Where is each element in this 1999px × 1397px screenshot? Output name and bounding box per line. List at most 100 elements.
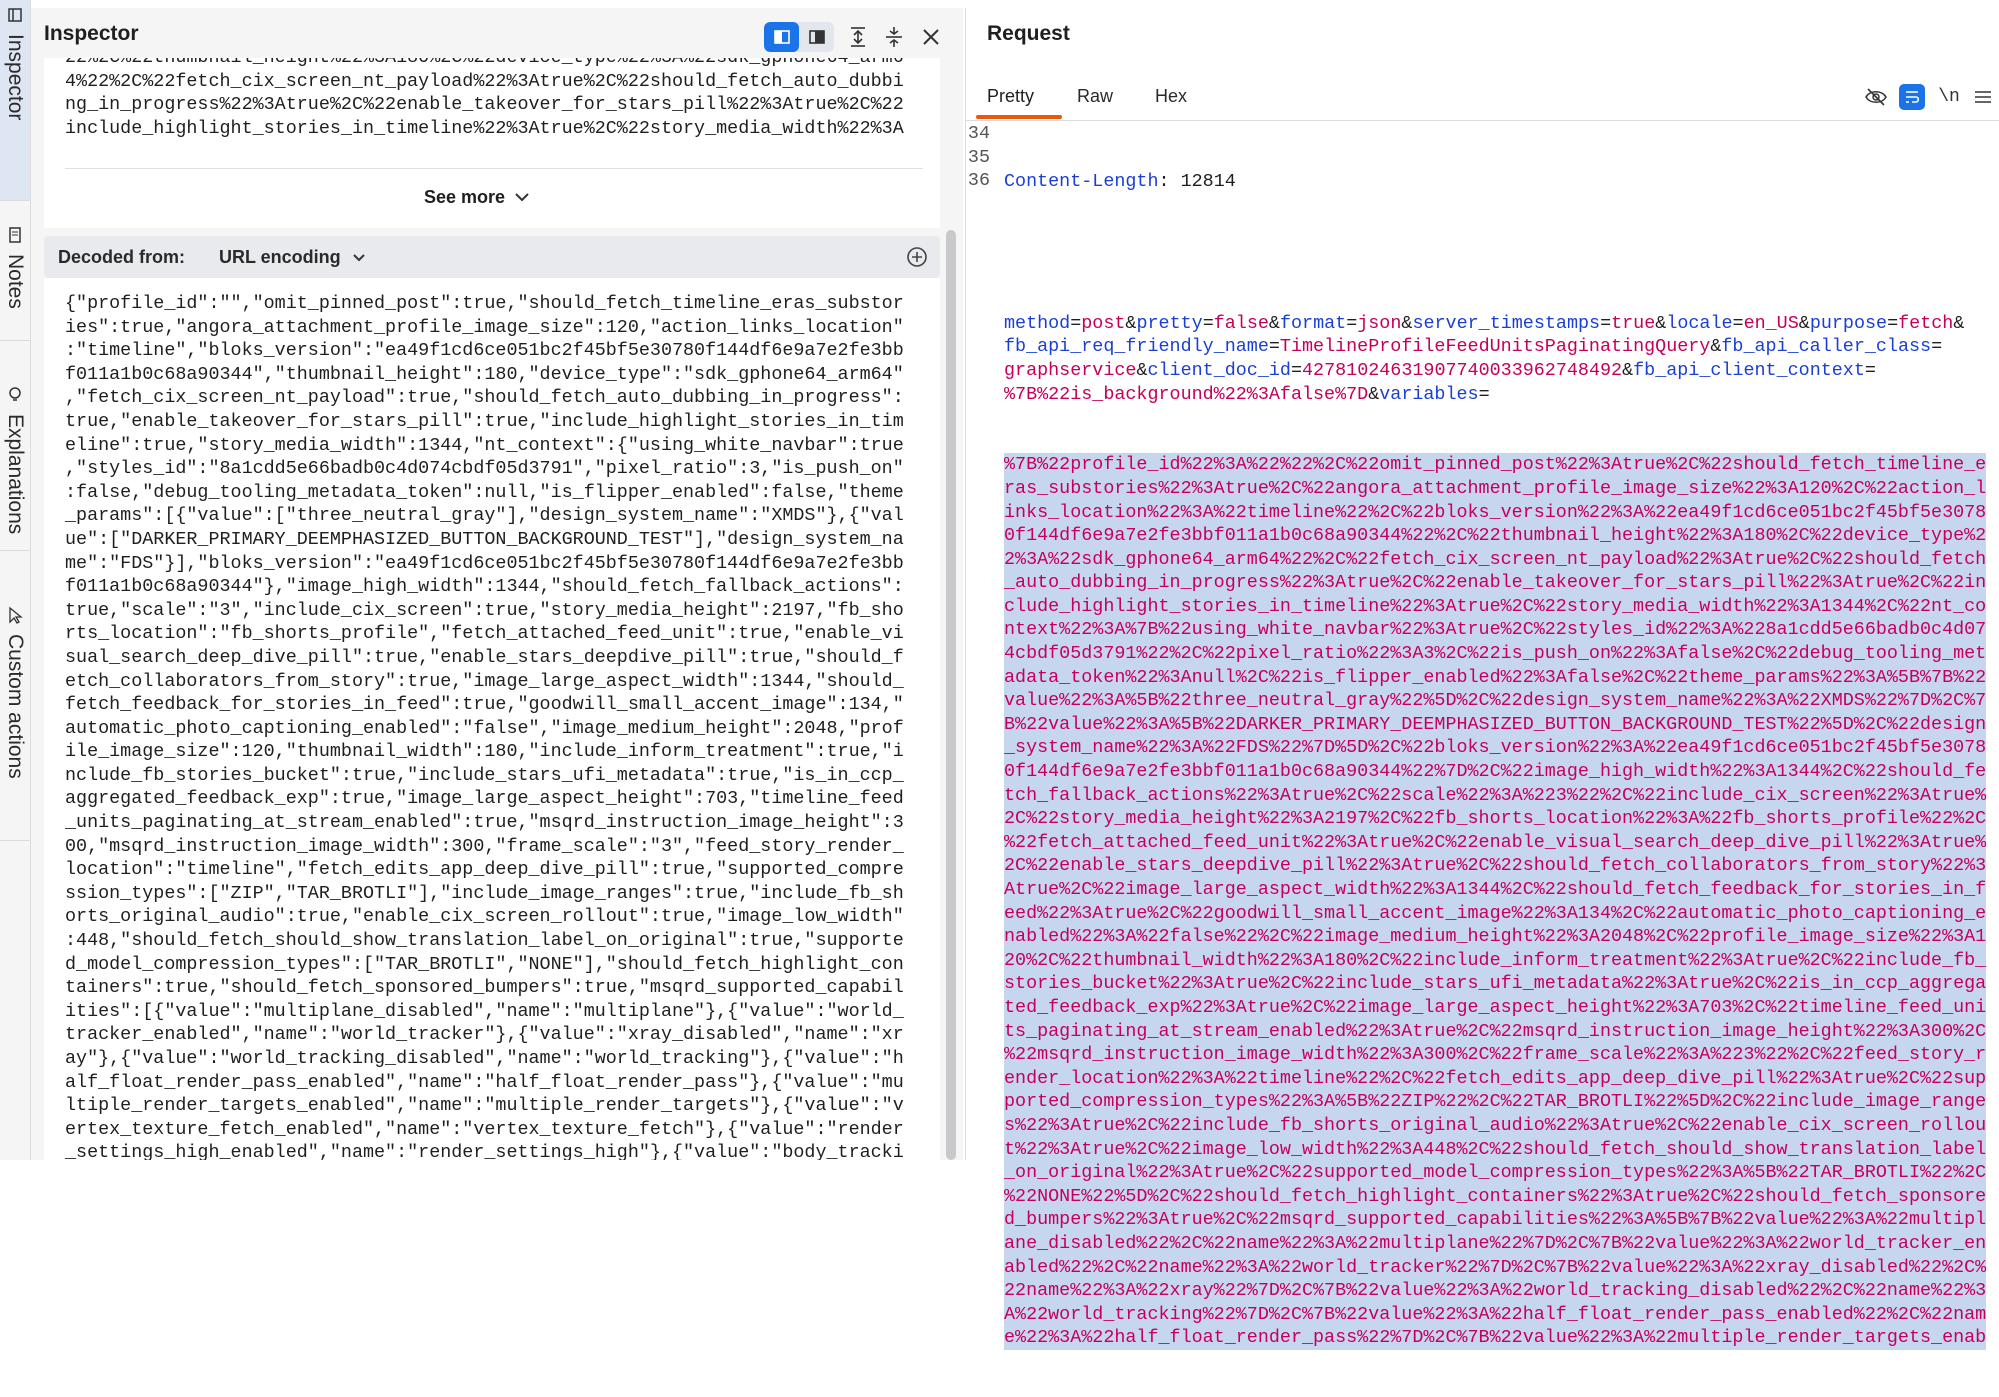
param-key: fb_api_req_friendly_name — [1004, 336, 1269, 358]
header-line: Content-Length: 12814 — [1004, 170, 1999, 194]
side-tab-label: Explanations — [4, 414, 27, 535]
selected-line: 20%2C%22thumbnail_width%22%3A180%2C%22in… — [1004, 948, 1999, 973]
expand-icon — [851, 27, 865, 47]
decoded-line: true,"scale":"3","include_cix_screen":tr… — [65, 599, 904, 621]
divider — [65, 168, 923, 169]
selected-text: %22fetch_attached_feed_unit%22%3Atrue%2C… — [1004, 830, 1987, 855]
hide-nonprintable-button[interactable] — [1863, 84, 1889, 110]
param-separator: = — [1864, 359, 1876, 381]
decoded-line: rts_location":"fb_shorts_profile","fetch… — [65, 623, 904, 645]
expand-all-button[interactable] — [843, 22, 873, 52]
layout-split-icon — [773, 30, 790, 44]
selected-line: A%22world_tracking%22%7D%2C%7B%22value%2… — [1004, 1302, 1999, 1327]
selected-text: _auto_dubbing_in_progress%22%3Atrue%2C%2… — [1004, 571, 1987, 595]
selected-line: 22name%22%3A%22xray%22%7D%2C%7B%22value%… — [1004, 1279, 1999, 1303]
line-number: 34 — [967, 123, 990, 144]
decoded-line: ,"fetch_cix_screen_nt_payload":true,"sho… — [65, 387, 904, 409]
selected-text: 2C%22enable_stars_deepdive_pill%22%3Atru… — [1004, 854, 1987, 878]
side-tab-strip: Inspector Notes Explanations Custom acti… — [0, 0, 31, 1160]
selected-line: s%22%3Atrue%2C%22include_fb_shorts_origi… — [1004, 1113, 1999, 1138]
body-line: %7B%22is_background%22%3Afalse%7D&variab… — [1004, 383, 1999, 407]
param-separator: = — [1346, 312, 1358, 334]
selected-line: d_bumpers%22%3Atrue%2C%22msqrd_supported… — [1004, 1208, 1999, 1232]
selected-line: _on_original%22%3Atrue%2C%22supported_mo… — [1004, 1161, 1999, 1185]
inspector-title: Inspector — [44, 22, 139, 45]
header-name: Content-Length — [1004, 171, 1159, 193]
selected-line: B%22value%22%3A%5B%22DARKER_PRIMARY_DEEM… — [1004, 712, 1999, 737]
side-tab-label: Inspector — [4, 34, 27, 121]
see-more-button[interactable]: See more — [424, 182, 529, 212]
side-tab-inspector[interactable]: Inspector — [0, 0, 30, 201]
param-separator: = — [1600, 312, 1612, 334]
layout-toggle — [764, 22, 834, 52]
decoded-line: etch_collaborators_from_story":true,"ima… — [65, 670, 904, 692]
request-panel: Request Pretty Raw Hex \n 34 35 36 Conte… — [965, 8, 1999, 1350]
param-separator: & — [1136, 359, 1148, 381]
header-separator: : — [1158, 171, 1181, 193]
layout-side-by-side-button[interactable] — [764, 22, 799, 52]
tab-raw[interactable]: Raw — [1077, 86, 1113, 107]
selected-line: ported_compression_types%22%3A%5B%22ZIP%… — [1004, 1090, 1999, 1114]
body-line: graphservice&client_doc_id=4278102463190… — [1004, 359, 1999, 383]
decoded-line: orts_original_audio":true,"enable_cix_sc… — [65, 906, 904, 928]
selected-line: 0f144df6e9a7e2fe3bbf011a1b0c68a90344%22%… — [1004, 760, 1999, 784]
decoded-line: ies":true,"angora_attachment_profile_ima… — [65, 316, 904, 338]
side-tab-explanations[interactable]: Explanations — [0, 380, 30, 551]
selected-line: eed%22%3Atrue%2C%22goodwill_small_accent… — [1004, 901, 1999, 926]
chevron-down-icon — [515, 192, 529, 201]
selected-text: _on_original%22%3Atrue%2C%22supported_mo… — [1004, 1161, 1987, 1185]
custom-action-icon — [9, 606, 23, 624]
param-key: pretty — [1136, 312, 1203, 334]
request-body-editor[interactable]: Content-Length: 12814 method=post&pretty… — [1004, 123, 1999, 1397]
decoded-line: alf_float_render_pass_enabled","name":"h… — [65, 1071, 904, 1093]
selected-text: t%22%3Atrue%2C%22image_low_width%22%3A44… — [1004, 1137, 1987, 1162]
selected-variables: %7B%22profile_id%22%3A%22%22%2C%22omit_p… — [1004, 453, 1999, 1350]
param-separator: = — [1931, 336, 1943, 358]
side-tab-notes[interactable]: Notes — [0, 220, 30, 341]
header-value: 12814 — [1180, 171, 1236, 193]
close-button[interactable] — [916, 22, 946, 52]
decoded-line: :false,"debug_tooling_metadata_token":nu… — [65, 481, 904, 503]
param-separator: & — [1125, 312, 1137, 334]
selected-text: Atrue%2C%22image_large_aspect_width%22%3… — [1004, 878, 1987, 902]
param-key: fb_api_client_context — [1633, 359, 1865, 381]
decoded-line: d_model_compression_types":["TAR_BROTLI"… — [65, 953, 904, 975]
selected-text: tch_fallback_actions%22%3Atrue%2C%22scal… — [1004, 783, 1987, 808]
body-line: fb_api_req_friendly_name=TimelineProfile… — [1004, 335, 1999, 359]
param-value: json — [1357, 312, 1402, 334]
raw-line: 22%2C%22thumbnail_height%22%3A180%2C%22d… — [65, 58, 945, 70]
selected-line: value%22%3A%5B%22three_neutral_gray%22%5… — [1004, 689, 1999, 713]
selected-text: ntext%22%3A%7B%22using_white_navbar%22%3… — [1004, 618, 1987, 643]
tab-hex[interactable]: Hex — [1155, 86, 1187, 107]
decoded-value-text: {"profile_id":"","omit_pinned_post":true… — [65, 292, 904, 1160]
decoding-select[interactable]: URL encoding — [219, 247, 365, 268]
tab-pretty[interactable]: Pretty — [987, 86, 1034, 107]
collapse-all-button[interactable] — [879, 22, 909, 52]
menu-button[interactable] — [1972, 84, 1994, 110]
selected-text: ender_location%22%3A%22timeline%22%2C%22… — [1004, 1066, 1987, 1091]
wrap-icon — [1906, 91, 1920, 103]
word-wrap-button[interactable] — [1899, 84, 1925, 110]
layout-full-button[interactable] — [799, 22, 834, 52]
inspector-scrollbar[interactable] — [946, 230, 956, 1160]
selected-line: %22NONE%22%5D%2C%22should_fetch_highligh… — [1004, 1184, 1999, 1209]
param-value: 42781024631907740033962748492 — [1302, 359, 1623, 381]
inspector-header: Inspector — [31, 8, 963, 58]
param-key: fb_api_caller_class — [1721, 336, 1932, 358]
side-tab-custom-actions[interactable]: Custom actions — [0, 600, 30, 841]
param-separator: & — [1655, 312, 1667, 334]
decoded-line: aggregated_feedback_exp":true,"image_lar… — [65, 788, 904, 810]
selected-text: %7B%22profile_id%22%3A%22%22%2C%22omit_p… — [1004, 453, 1987, 477]
selected-line: ras_substories%22%3Atrue%2C%22angora_att… — [1004, 476, 1999, 501]
param-separator: & — [1710, 336, 1722, 358]
selected-line: %22msqrd_instruction_image_width%22%3A30… — [1004, 1043, 1999, 1067]
selected-text: 2C%22story_media_height%22%3A2197%2C%22f… — [1004, 807, 1987, 831]
show-newlines-button[interactable]: \n — [1936, 84, 1962, 110]
decoded-line: ltiple_render_targets_enabled","name":"m… — [65, 1095, 904, 1117]
notes-icon — [9, 227, 21, 243]
add-decoding-icon[interactable] — [906, 246, 928, 268]
decoded-line: location":"timeline","fetch_edits_app_de… — [65, 859, 904, 881]
decoded-line: ertex_texture_fetch_enabled","name":"ver… — [65, 1118, 904, 1140]
param-separator: & — [1268, 312, 1280, 334]
